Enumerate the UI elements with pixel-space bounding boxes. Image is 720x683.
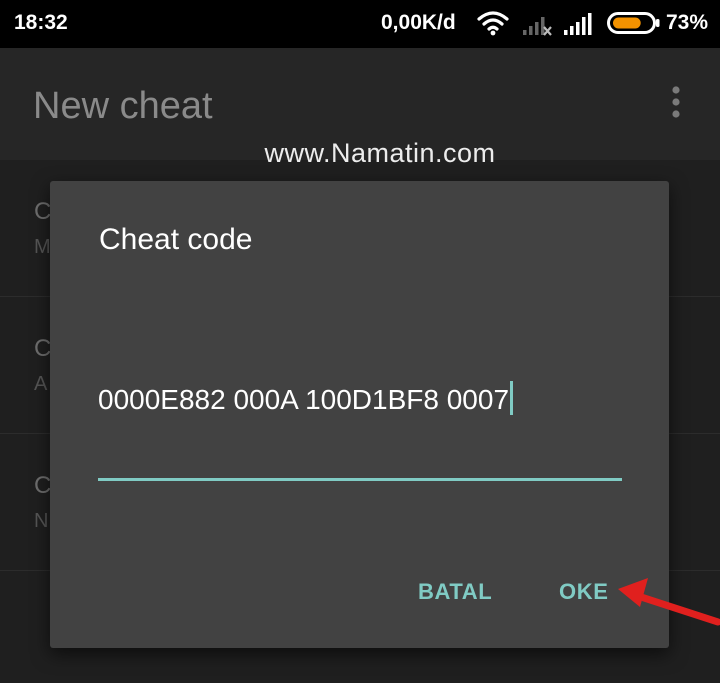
battery-percent: 73% (666, 11, 709, 34)
list-item-title: C (34, 472, 52, 499)
list-item-title: C (34, 198, 52, 225)
list-item-subtitle: N (34, 510, 49, 532)
red-arrow-icon (618, 578, 720, 626)
wifi-icon (477, 11, 509, 36)
list-item-subtitle: A (34, 373, 48, 395)
list-item-title: C (34, 335, 52, 362)
dialog-title: Cheat code (99, 223, 253, 256)
status-bar: 18:32 0,00K/d 73% (0, 0, 720, 48)
page-title: New cheat (33, 85, 213, 127)
watermark-text: www.Namatin.com (264, 138, 496, 168)
cheat-code-value: 0000E882 000A 100D1BF8 0007 (98, 384, 510, 415)
battery-icon (607, 12, 660, 34)
text-cursor (510, 381, 514, 415)
status-time: 18:32 (14, 11, 68, 34)
input-underline (98, 478, 622, 481)
cheat-code-input[interactable]: 0000E882 000A 100D1BF8 0007 (98, 371, 622, 481)
cheat-code-dialog: Cheat code 0000E882 000A 100D1BF8 0007 B… (50, 181, 669, 648)
overflow-menu-icon[interactable] (668, 84, 684, 124)
signal-icon (564, 13, 592, 35)
list-item-subtitle: M (34, 236, 51, 258)
ok-button[interactable]: OKE (559, 579, 608, 605)
cancel-button[interactable]: BATAL (418, 579, 492, 605)
signal-off-icon (523, 17, 552, 36)
status-net-speed: 0,00K/d (381, 11, 456, 34)
